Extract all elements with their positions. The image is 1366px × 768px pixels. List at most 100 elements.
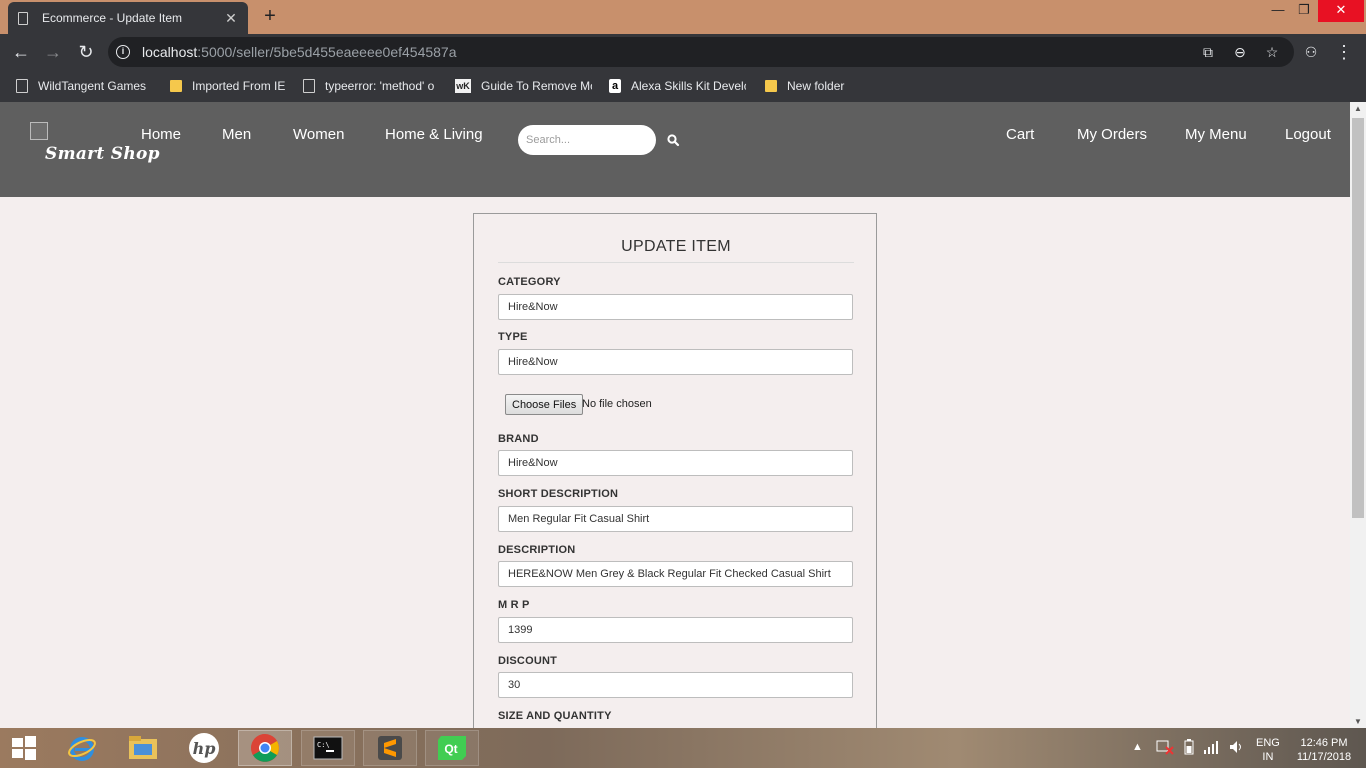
show-hidden-icons-icon[interactable]: ▲ — [1132, 740, 1143, 754]
clock-time: 12:46 PM — [1300, 737, 1348, 749]
incognito-icon[interactable]: ⚇ — [1300, 41, 1322, 63]
clock[interactable]: 12:46 PM 11/17/2018 — [1292, 736, 1356, 764]
site-info-icon[interactable]: i — [116, 45, 130, 59]
battery-icon[interactable] — [1184, 739, 1194, 759]
search-icon[interactable] — [666, 133, 680, 147]
language-code: ENG — [1256, 737, 1280, 749]
forward-arrow-icon[interactable]: → — [42, 41, 64, 63]
type-input[interactable] — [498, 349, 853, 375]
internet-explorer-icon[interactable] — [55, 730, 109, 766]
browser-tab[interactable]: Ecommerce - Update Item ✕ — [8, 2, 248, 34]
description-input[interactable] — [498, 561, 853, 587]
nav-home-living[interactable]: Home & Living — [385, 126, 483, 143]
short-description-label: SHORT DESCRIPTION — [498, 488, 619, 500]
bookmark-star-icon[interactable]: ☆ — [1264, 44, 1280, 60]
clock-date: 11/17/2018 — [1296, 751, 1352, 763]
tab-title: Ecommerce - Update Item — [42, 11, 183, 25]
bookmark-label: Imported From IE — [192, 79, 286, 93]
network-status-icon[interactable] — [1156, 739, 1174, 759]
url-host: localhost — [142, 44, 198, 60]
nav-women[interactable]: Women — [293, 126, 344, 143]
mrp-label: M R P — [498, 599, 530, 611]
back-arrow-icon[interactable]: ← — [10, 41, 32, 63]
discount-label: DISCOUNT — [498, 655, 558, 667]
discount-input[interactable] — [498, 672, 853, 698]
scrollbar-thumb[interactable] — [1352, 118, 1364, 518]
svg-text:C:\: C:\ — [317, 741, 330, 749]
page-icon — [16, 79, 28, 93]
browser-toolbar: ← → ↻ i localhost:5000/seller/5be5d455ea… — [0, 34, 1366, 70]
brand-input[interactable] — [498, 450, 853, 476]
address-bar[interactable]: i localhost:5000/seller/5be5d455eaeeee0e… — [108, 37, 1294, 67]
page-icon — [18, 11, 28, 25]
short-description-input[interactable] — [498, 506, 853, 532]
page-scrollbar[interactable]: ▲ ▼ — [1350, 102, 1366, 728]
region-code: IN — [1262, 751, 1274, 763]
description-label: DESCRIPTION — [498, 544, 576, 556]
nav-men[interactable]: Men — [222, 126, 251, 143]
search-input[interactable] — [518, 125, 656, 155]
folder-icon — [765, 80, 777, 92]
bookmark-wildtangent[interactable]: WildTangent Games — [16, 77, 152, 95]
bookmark-label: Guide To Remove Mc — [481, 79, 592, 93]
close-tab-icon[interactable]: ✕ — [224, 10, 238, 27]
bookmark-label: New folder — [787, 79, 845, 93]
qt-icon[interactable]: Qt — [425, 730, 479, 766]
windows-logo-icon — [12, 736, 36, 760]
bookmark-typeerror[interactable]: typeerror: 'method' o — [303, 77, 438, 95]
signal-icon[interactable] — [1203, 739, 1221, 759]
chrome-icon[interactable] — [238, 730, 292, 766]
menu-dots-icon[interactable]: ⋮ — [1333, 41, 1355, 63]
bookmark-new-folder[interactable]: New folder — [765, 77, 865, 95]
scroll-down-icon[interactable]: ▼ — [1354, 717, 1362, 726]
command-prompt-icon[interactable]: C:\ — [301, 730, 355, 766]
file-status: No file chosen — [582, 398, 652, 410]
bookmark-alexa-skills[interactable]: a Alexa Skills Kit Develc — [609, 77, 746, 95]
bookmark-label: Alexa Skills Kit Develc — [631, 79, 746, 93]
category-input[interactable] — [498, 294, 853, 320]
hp-icon[interactable]: hp — [177, 730, 231, 766]
bookmark-label: WildTangent Games — [38, 79, 147, 93]
bookmarks-bar: WildTangent Games Imported From IE typee… — [0, 70, 1366, 102]
bookmark-imported-from-ie[interactable]: Imported From IE — [170, 77, 290, 95]
form-title: UPDATE ITEM — [498, 238, 854, 263]
type-label: TYPE — [498, 331, 528, 343]
folder-icon — [170, 80, 182, 92]
new-tab-button[interactable]: + — [260, 6, 280, 26]
reload-icon[interactable]: ↻ — [75, 41, 97, 63]
nav-cart[interactable]: Cart — [1006, 126, 1034, 143]
logo-image[interactable] — [30, 122, 48, 140]
volume-icon[interactable] — [1229, 739, 1245, 759]
close-window-button[interactable]: ✕ — [1318, 0, 1364, 22]
nav-my-menu[interactable]: My Menu — [1185, 126, 1247, 143]
restore-button[interactable]: ❐ — [1289, 0, 1319, 22]
url-path: :5000/seller/5be5d455eaeeee0ef454587a — [197, 44, 457, 60]
nav-home[interactable]: Home — [141, 126, 181, 143]
language-indicator[interactable]: ENG IN — [1256, 736, 1280, 764]
nav-my-orders[interactable]: My Orders — [1077, 126, 1147, 143]
zoom-icon[interactable]: ⊖ — [1232, 44, 1248, 60]
amazon-icon: a — [609, 79, 621, 93]
update-item-form: UPDATE ITEM CATEGORY TYPE Choose Files N… — [473, 213, 877, 733]
mrp-input[interactable] — [498, 617, 853, 643]
browser-tabstrip: Ecommerce - Update Item ✕ + — ❐ ✕ — [0, 0, 1366, 34]
sublime-text-icon[interactable] — [363, 730, 417, 766]
page-icon — [303, 79, 315, 93]
translate-icon[interactable]: ⧉ — [1200, 44, 1216, 60]
brand-label: BRAND — [498, 433, 539, 445]
bookmark-label: typeerror: 'method' o — [325, 79, 435, 93]
wk-icon: wK — [455, 79, 471, 93]
category-label: CATEGORY — [498, 276, 561, 288]
nav-logout[interactable]: Logout — [1285, 126, 1331, 143]
choose-files-button[interactable]: Choose Files — [505, 394, 584, 415]
windows-taskbar: hp C:\ Qt ▲ ENG IN 12:46 PM 11/17/2018 — [0, 728, 1366, 768]
bookmark-guide-to-remove[interactable]: wK Guide To Remove Mc — [455, 77, 592, 95]
site-header: Smart Shop Home Men Women Home & Living … — [0, 102, 1350, 197]
start-button[interactable] — [0, 730, 48, 766]
size-quantity-label: SIZE AND QUANTITY — [498, 710, 612, 722]
logo-text[interactable]: Smart Shop — [45, 144, 160, 164]
scroll-up-icon[interactable]: ▲ — [1354, 104, 1362, 113]
url-text[interactable]: localhost:5000/seller/5be5d455eaeeee0ef4… — [142, 44, 457, 60]
svg-text:hp: hp — [193, 739, 216, 758]
file-explorer-icon[interactable] — [116, 730, 170, 766]
